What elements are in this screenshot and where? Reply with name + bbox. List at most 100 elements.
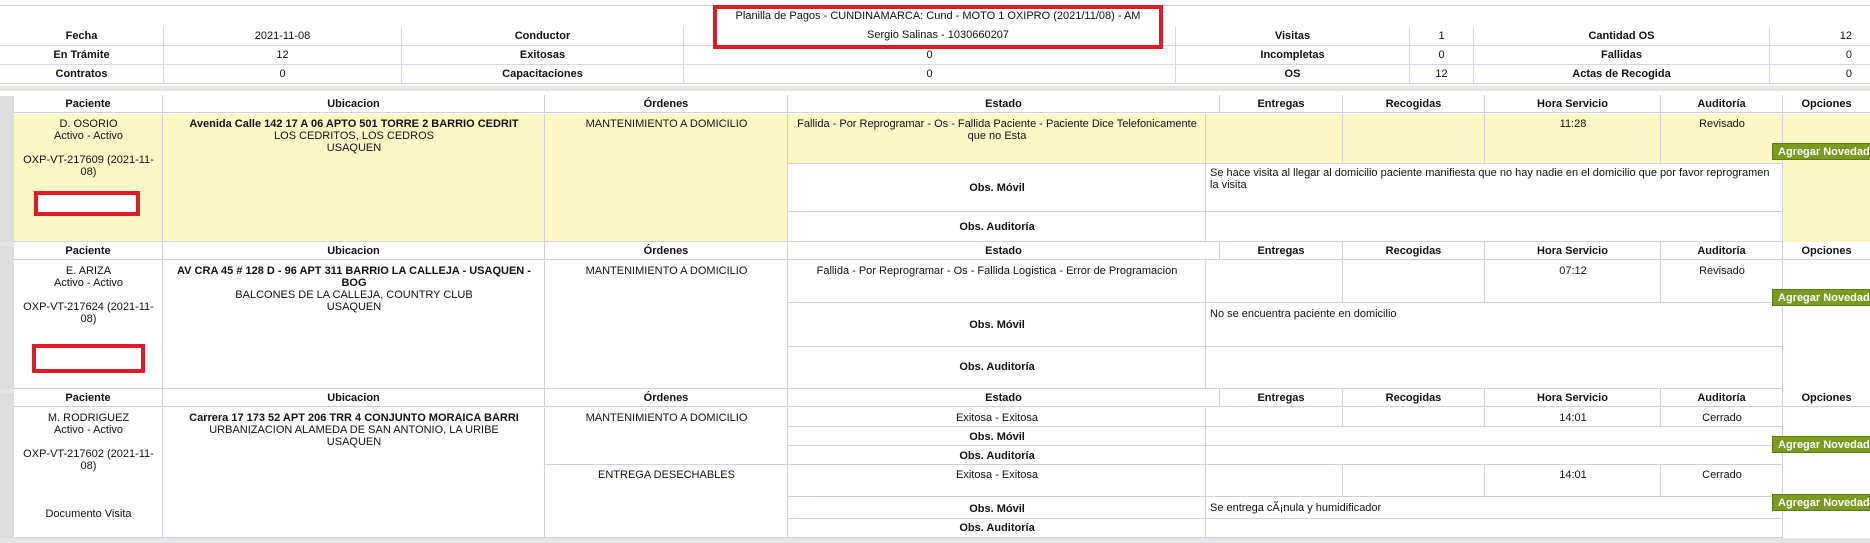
row-gutter [0, 246, 14, 389]
obs-auditoria-value-cell [1206, 519, 1783, 538]
patient-status: Activo - Activo [53, 277, 124, 289]
en-tramite-value: 12 [164, 46, 402, 65]
recogidas-cell [1343, 114, 1485, 164]
header-hora: Hora Servicio [1485, 95, 1661, 113]
audit-status: Revisado [1699, 118, 1745, 130]
visitas-label: Visitas [1176, 27, 1410, 46]
header-opciones: Opciones [1783, 242, 1870, 260]
neighborhood: BALCONES DE LA CALLEJA, COUNTRY CLUB [235, 289, 473, 301]
order-name: MANTENIMIENTO A DOMICILIO [585, 118, 748, 130]
order-name: MANTENIMIENTO A DOMICILIO [585, 265, 748, 277]
obs-movil-value-cell [1206, 427, 1783, 446]
obs-movil-label: Obs. Móvil [969, 182, 1025, 194]
audit-status: Cerrado [1702, 412, 1742, 424]
redacted-box [32, 344, 145, 373]
cantidad-os-value: 12 [1839, 30, 1852, 42]
redacted-box [34, 191, 140, 216]
patient-name[interactable]: M. RODRIGUEZ [14, 412, 163, 424]
add-novedad-button[interactable]: Agregar Novedad [1772, 436, 1870, 453]
conductor-label: Conductor [402, 27, 684, 46]
recogidas-cell [1343, 261, 1485, 303]
obs-auditoria-value-cell [1206, 347, 1783, 389]
row-gutter [0, 393, 14, 538]
entregas-cell [1206, 465, 1343, 497]
contratos-label: Contratos [0, 65, 164, 84]
opciones-cell [1783, 114, 1870, 242]
order-status: Exitosa - Exitosa [956, 412, 1038, 424]
fecha-label: Fecha [0, 27, 164, 46]
order-name: ENTREGA DESECHABLES [598, 469, 735, 481]
header-paciente: Paciente [14, 95, 163, 113]
obs-movil-label: Obs. Móvil [969, 503, 1025, 515]
table-header: Paciente Ubicacion Órdenes Estado Entreg… [14, 389, 1870, 408]
document-link[interactable]: Documento Visita [14, 508, 163, 520]
address: Avenida Calle 142 17 A 06 APTO 501 TORRE… [189, 118, 519, 130]
capacitaciones-label: Capacitaciones [402, 65, 684, 84]
header-entregas: Entregas [1220, 389, 1343, 407]
title-highlight [713, 5, 1163, 49]
obs-auditoria-label: Obs. Auditoría [959, 221, 1035, 233]
service-time: 07:12 [1559, 265, 1587, 277]
header-opciones: Opciones [1783, 389, 1870, 407]
header-auditoria: Auditoría [1661, 242, 1783, 260]
obs-auditoria-label: Obs. Auditoría [959, 450, 1035, 462]
obs-movil-label: Obs. Móvil [969, 319, 1025, 331]
patient-code: OXP-VT-217624 (2021-11-08) [23, 301, 154, 325]
exitosas-label: Exitosas [402, 46, 684, 65]
entregas-cell [1206, 114, 1343, 164]
add-novedad-button[interactable]: Agregar Novedad [1772, 494, 1870, 511]
entregas-cell [1206, 261, 1343, 303]
header-estado: Estado [788, 95, 1220, 113]
patient-name[interactable]: D. OSORIO [14, 118, 163, 130]
order-status: Exitosa - Exitosa [956, 469, 1038, 481]
service-time: 11:28 [1559, 118, 1587, 130]
section-separator [0, 538, 1870, 543]
header-auditoria: Auditoría [1661, 389, 1783, 407]
order-status: Fallida - Por Reprogramar - Os - Fallida… [816, 265, 1178, 277]
capacitaciones-value: 0 [684, 65, 1176, 84]
incompletas-value: 0 [1410, 46, 1474, 65]
patient-status: Activo - Activo [53, 424, 124, 436]
order-name: MANTENIMIENTO A DOMICILIO [585, 412, 748, 424]
locality: USAQUEN [326, 301, 382, 313]
recogidas-cell [1343, 465, 1485, 497]
obs-movil-text: Se hace visita al llegar al domicilio pa… [1210, 167, 1770, 191]
patient-name[interactable]: E. ARIZA [14, 265, 163, 277]
header-ordenes: Órdenes [545, 242, 788, 260]
service-time: 14:01 [1559, 412, 1587, 424]
header-recogidas: Recogidas [1343, 389, 1485, 407]
ordenes-cell [545, 114, 788, 242]
os-value: 12 [1410, 65, 1474, 84]
ordenes-cell [545, 261, 788, 389]
table-header: Paciente Ubicacion Órdenes Estado Entreg… [14, 242, 1870, 261]
neighborhood: LOS CEDRITOS, LOS CEDROS [274, 130, 434, 142]
header-opciones: Opciones [1783, 95, 1870, 113]
incompletas-label: Incompletas [1176, 46, 1410, 65]
header-paciente: Paciente [14, 242, 163, 260]
table-header: Paciente Ubicacion Órdenes Estado Entreg… [14, 95, 1870, 114]
fallidas-label: Fallidas [1474, 46, 1770, 65]
add-novedad-button[interactable]: Agregar Novedad [1772, 143, 1870, 160]
add-novedad-button[interactable]: Agregar Novedad [1772, 289, 1870, 306]
header-hora: Hora Servicio [1485, 389, 1661, 407]
contratos-value: 0 [164, 65, 402, 84]
row-gutter [0, 96, 14, 242]
summary-row-3: Contratos 0 Capacitaciones 0 OS 12 Actas… [0, 65, 1870, 84]
obs-auditoria-value-cell [1206, 212, 1783, 242]
actas-value: 0 [1845, 68, 1852, 80]
locality: USAQUEN [326, 436, 382, 448]
header-entregas: Entregas [1220, 95, 1343, 113]
os-label: OS [1176, 65, 1410, 84]
audit-status: Revisado [1699, 265, 1745, 277]
section-separator [0, 86, 1870, 91]
obs-auditoria-label: Obs. Auditoría [959, 361, 1035, 373]
actas-label: Actas de Recogida [1474, 65, 1770, 84]
header-ordenes: Órdenes [545, 389, 788, 407]
en-tramite-label: En Trámite [0, 46, 164, 65]
patient-code: OXP-VT-217609 (2021-11-08) [23, 154, 154, 178]
header-ubicacion: Ubicacion [163, 95, 545, 113]
entregas-cell [1206, 408, 1343, 427]
obs-auditoria-label: Obs. Auditoría [959, 522, 1035, 534]
header-auditoria: Auditoría [1661, 95, 1783, 113]
cantidad-os-label: Cantidad OS [1474, 27, 1770, 46]
